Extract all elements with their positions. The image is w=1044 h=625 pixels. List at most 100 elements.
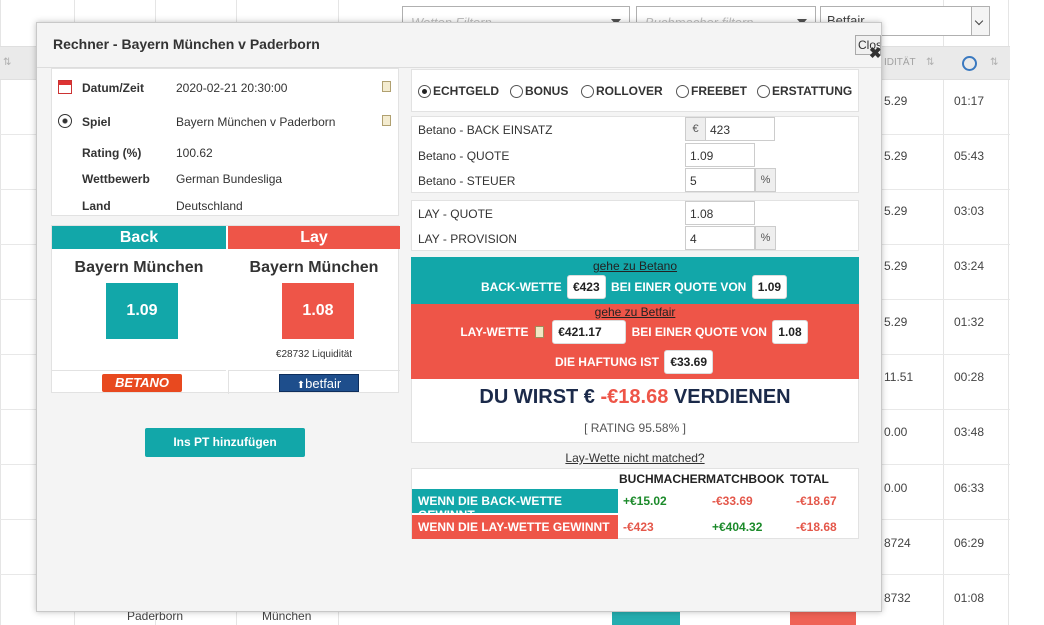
euro-icon: € [685,117,706,141]
lay-team-name: Bayern München [249,259,379,276]
back-bet-label: BACK-WETTE [480,280,562,294]
outcome-lay-wins-label: WENN DIE LAY-WETTE GEWINNT [412,515,618,539]
modal-title: Rechner - Bayern München v Paderborn [53,36,320,52]
clipboard-icon[interactable] [534,326,544,338]
liability-line: DIE HAFTUNG IST €33.69 [411,350,859,374]
radio-erstattung[interactable]: ERSTATTUNG [757,84,852,98]
percent-icon: % [755,226,776,250]
back-odds-text: BEI EINER QUOTE VON [610,280,747,294]
lay-commission-input[interactable]: 4 [685,226,755,250]
outcome-back-wins-label: WENN DIE BACK-WETTE GEWINNT [412,489,618,522]
football-icon [58,114,72,128]
lay-odds-text: BEI EINER QUOTE VON [631,325,767,339]
back-tax-row: Betano - STEUER 5 % [412,168,858,193]
profit-amount: -€18.68 [600,386,669,408]
back-header: Back [52,226,226,249]
lay-odds-input[interactable]: 1.08 [685,201,755,225]
lay-odds-row: LAY - QUOTE 1.08 [412,201,858,226]
copy-icon[interactable] [382,115,391,126]
lay-commission-label: LAY - PROVISION [418,232,517,246]
profit-prefix: DU WIRST € [479,386,595,408]
goto-betfair-link[interactable]: gehe zu Betfair [411,305,859,319]
back-stake-input[interactable]: 423 [705,117,775,141]
back-odds-box[interactable]: 1.09 [106,283,178,339]
back-odds-label: Betano - QUOTE [418,149,510,163]
outcomes-table: BUCHMACHER MATCHBOOK TOTAL WENN DIE BACK… [411,468,859,539]
radio-selected-icon [418,85,431,98]
lay-instruction-line: LAY-WETTE €421.17 BEI EINER QUOTE VON 1.… [411,320,859,344]
back-lay-panel: Back Bayern München 1.09 BETANO Lay Baye… [51,225,400,394]
betano-logo[interactable]: BETANO [102,374,182,392]
info-row-rating: Rating (%) 100.62 [52,146,398,166]
info-row-datetime: Datum/Zeit 2020-02-21 20:30:00 [52,80,398,101]
back-fields-panel: Betano - BACK EINSATZ € 423 Betano - QUO… [411,116,859,193]
percent-icon: % [755,168,776,192]
liability-label: DIE HAFTUNG IST [554,355,659,369]
radio-freebet[interactable]: FREEBET [676,84,747,98]
radio-bonus[interactable]: BONUS [510,84,568,98]
add-to-pt-button[interactable]: Ins PT hinzufügen [145,428,305,457]
table-header-matchbook: MATCHBOOK [706,472,785,486]
info-row-country: Land Deutschland [52,199,398,219]
country-label: Land [82,199,111,213]
copy-icon[interactable] [382,81,391,92]
back-tax-label: Betano - STEUER [418,174,516,188]
lay-commission-row: LAY - PROVISION 4 % [412,226,858,251]
datetime-value: 2020-02-21 20:30:00 [176,81,288,95]
outcome-back-matchbook: -€33.69 [712,494,753,508]
outcome-lay-total: -€18.68 [796,520,837,534]
table-header-total: TOTAL [790,472,829,486]
bet-type-radio-group: ECHTGELD BONUS ROLLOVER FREEBET ERSTATTU… [411,69,859,112]
rating-label: Rating (%) [82,146,142,160]
lay-odds-pill: 1.08 [772,320,808,344]
info-row-competition: Wettbewerb German Bundesliga [52,172,398,192]
radio-rollover[interactable]: ROLLOVER [581,84,663,98]
back-column: Back Bayern München 1.09 BETANO [52,226,226,392]
betfair-logo[interactable]: ⬆betfair [279,374,359,392]
result-rating: [ RATING 95.58% ] [584,421,686,435]
lay-bet-label: LAY-WETTE [460,325,529,339]
lay-stake-pill: €421.17 [552,320,627,344]
outcome-back-bookmaker: +€15.02 [623,494,667,508]
match-label: Spiel [82,115,111,129]
lay-header: Lay [228,226,400,249]
competition-label: Wettbewerb [82,172,150,186]
back-odds-pill: 1.09 [751,275,788,299]
rating-value: 100.62 [176,146,213,160]
lay-instruction-panel: gehe zu Betfair LAY-WETTE €421.17 BEI EI… [411,304,859,379]
radio-unselected-icon [581,85,594,98]
back-odds-input[interactable]: 1.09 [685,143,755,167]
radio-label: ECHTGELD [433,84,499,98]
goto-betano-link[interactable]: gehe zu Betano [411,259,859,273]
back-odds-row: Betano - QUOTE 1.09 [412,143,858,168]
profit-headline: DU WIRST € -€18.68 VERDIENEN [412,386,858,409]
info-row-match: Spiel Bayern München v Paderborn [52,114,398,135]
exchange-logo-area: ⬆betfair [228,370,400,394]
radio-echtgeld[interactable]: ECHTGELD [418,84,499,98]
bookmaker-logo-area: BETANO [52,370,226,394]
back-stake-pill: €423 [566,275,606,299]
country-value: Deutschland [176,199,243,213]
close-icon[interactable]: ✖ [869,44,882,62]
event-info-panel: Datum/Zeit 2020-02-21 20:30:00 Spiel Bay… [51,68,399,216]
back-team-name: Bayern München [74,259,204,276]
lay-not-matched-link[interactable]: Lay-Wette nicht matched? [411,451,859,465]
radio-label: ROLLOVER [596,84,663,98]
lay-odds-box[interactable]: 1.08 [282,283,354,339]
calendar-icon [58,80,72,94]
radio-unselected-icon [510,85,523,98]
radio-label: ERSTATTUNG [772,84,853,98]
back-instruction-line: BACK-WETTE €423 BEI EINER QUOTE VON 1.09 [411,275,859,299]
back-stake-row: Betano - BACK EINSATZ € 423 [412,117,858,142]
table-header-bookmaker: BUCHMACHER [619,472,707,486]
lay-odds-label: LAY - QUOTE [418,207,493,221]
betfair-logo-text: betfair [305,376,342,391]
radio-label: FREEBET [691,84,748,98]
back-tax-input[interactable]: 5 [685,168,755,192]
back-stake-label: Betano - BACK EINSATZ [418,123,553,137]
competition-value: German Bundesliga [176,172,283,186]
outcome-lay-matchbook: +€404.32 [712,520,763,534]
liability-pill: €33.69 [664,350,714,374]
back-instruction-panel: gehe zu Betano BACK-WETTE €423 BEI EINER… [411,257,859,304]
lay-liquidity: €28732 Liquidität [275,349,353,360]
